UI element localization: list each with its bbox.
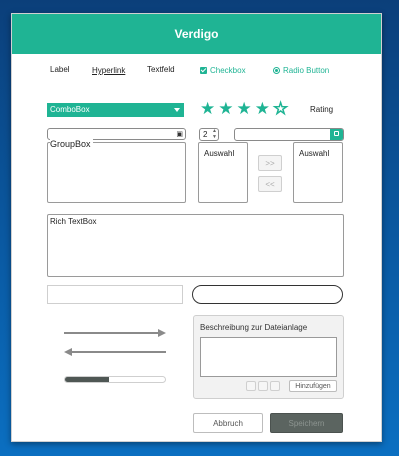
- list-right-header: Auswahl: [299, 149, 330, 158]
- text-input[interactable]: [47, 285, 183, 304]
- save-button[interactable]: Speichern: [270, 413, 343, 433]
- save-icon[interactable]: [270, 381, 280, 391]
- attachment-title: Beschreibung zur Dateianlage: [200, 323, 308, 332]
- attachment-list[interactable]: [200, 337, 337, 377]
- delete-icon[interactable]: [246, 381, 256, 391]
- arrows-graphic: [64, 329, 166, 356]
- attachment-panel: Beschreibung zur Dateianlage Hinzufügen: [193, 315, 344, 399]
- star-rating[interactable]: ★★★★☆: [200, 99, 291, 119]
- window-title: Verdigo: [174, 27, 219, 41]
- star-icon[interactable]: ★: [255, 99, 273, 118]
- groupbox: GroupBox: [47, 139, 186, 203]
- title-bar: Verdigo: [12, 14, 381, 54]
- radio-button-label: Radio Button: [283, 66, 330, 75]
- checkbox-label: Checkbox: [210, 66, 246, 75]
- label-text: Label: [50, 65, 70, 74]
- checkbox-checked-icon: [200, 67, 207, 74]
- dialog-window: Verdigo Label Hyperlink Textfeld Checkbo…: [11, 13, 382, 442]
- radio-button[interactable]: Radio Button: [273, 66, 329, 75]
- combobox-value: ComboBox: [50, 105, 90, 114]
- radio-selected-icon: [273, 67, 280, 74]
- arrow-right-icon: [64, 329, 166, 337]
- rating-label: Rating: [310, 105, 334, 114]
- document-icon[interactable]: [258, 381, 268, 391]
- rich-textbox-content: Rich TextBox: [50, 217, 97, 226]
- stepper-down-icon[interactable]: ▼: [212, 135, 217, 140]
- file-picker-field[interactable]: [234, 128, 344, 141]
- numeric-value: 2: [203, 130, 208, 139]
- progress-fill: [65, 377, 109, 382]
- progress-bar: [64, 376, 166, 383]
- move-right-button[interactable]: >>: [258, 155, 282, 171]
- list-left[interactable]: Auswahl: [198, 142, 248, 203]
- star-empty-icon[interactable]: ☆: [272, 99, 291, 119]
- rich-textbox[interactable]: Rich TextBox: [47, 214, 344, 277]
- combobox[interactable]: ComboBox: [47, 103, 184, 117]
- star-icon[interactable]: ★: [218, 99, 236, 118]
- cancel-button[interactable]: Abbruch: [193, 413, 263, 433]
- list-left-header: Auswahl: [204, 149, 235, 158]
- arrow-left-icon: [64, 348, 166, 356]
- calendar-icon[interactable]: ▣: [176, 130, 183, 139]
- checkbox[interactable]: Checkbox: [200, 66, 246, 75]
- dropdown-arrow-icon: [174, 108, 180, 112]
- numeric-stepper[interactable]: 2 ▲ ▼: [199, 128, 219, 141]
- textfeld-label: Textfeld: [147, 65, 175, 74]
- star-icon[interactable]: ★: [200, 99, 218, 118]
- rounded-text-input[interactable]: [192, 285, 343, 304]
- move-left-button[interactable]: <<: [258, 176, 282, 192]
- groupbox-label: GroupBox: [50, 139, 93, 149]
- list-right[interactable]: Auswahl: [293, 142, 343, 203]
- upload-icon[interactable]: [330, 129, 343, 140]
- star-icon[interactable]: ★: [237, 99, 255, 118]
- add-attachment-button[interactable]: Hinzufügen: [289, 380, 337, 392]
- hyperlink[interactable]: Hyperlink: [92, 66, 125, 75]
